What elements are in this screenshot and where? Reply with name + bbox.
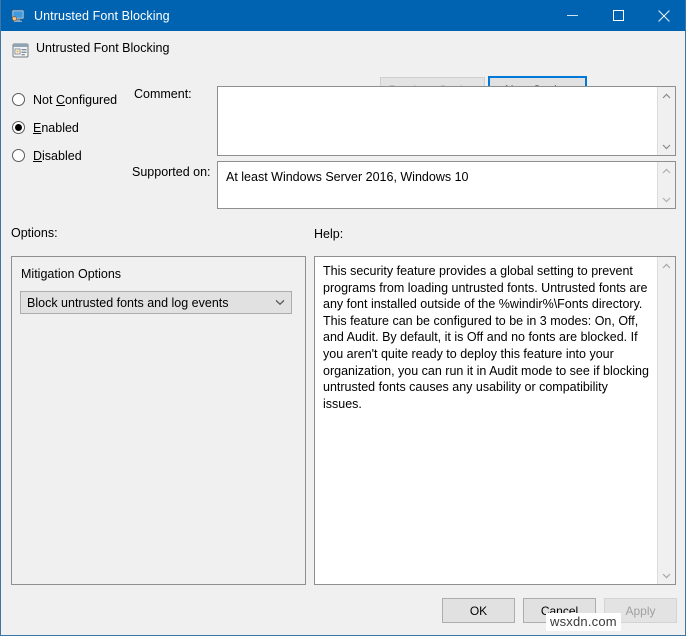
radio-disabled-label: Disabled [33,148,82,163]
window-title: Untrusted Font Blocking [34,8,170,23]
radio-indicator [12,149,25,162]
maximize-button[interactable] [595,0,641,31]
radio-enabled-label: Enabled [33,120,79,135]
help-scrollbar[interactable] [657,257,675,584]
policy-header: Untrusted Font Blocking Previous Setting… [2,31,685,103]
comment-value[interactable] [218,87,657,155]
radio-enabled[interactable]: Enabled [12,119,79,136]
scroll-down-icon[interactable] [658,138,675,155]
chevron-down-icon [269,299,291,306]
close-icon [658,9,670,22]
ok-button[interactable]: OK [442,598,515,623]
maximize-icon [612,10,624,21]
radio-not-configured-label: Not Configured [33,92,118,107]
radio-indicator [12,93,25,106]
comment-label: Comment: [134,87,192,101]
scroll-up-icon[interactable] [658,87,675,104]
mitigation-options-label: Mitigation Options [21,267,122,281]
window-app-icon [10,8,26,24]
comment-scrollbar[interactable] [657,87,675,155]
help-heading: Help: [314,227,344,241]
minimize-icon [566,15,578,16]
scroll-down-icon[interactable] [658,567,675,584]
untrusted-font-blocking-dialog: Untrusted Font Blocking Untrusted Font B… [0,0,686,636]
window-controls [549,0,685,31]
scroll-up-icon[interactable] [658,162,675,179]
minimize-button[interactable] [549,0,595,31]
help-panel: This security feature provides a global … [314,256,676,585]
options-panel: Mitigation Options Block untrusted fonts… [11,256,306,585]
comment-field[interactable] [217,86,676,156]
policy-title: Untrusted Font Blocking [36,41,170,55]
supported-on-value: At least Windows Server 2016, Windows 10 [226,170,469,184]
scroll-down-icon[interactable] [658,191,675,208]
help-text: This security feature provides a global … [323,264,649,411]
title-bar: Untrusted Font Blocking [1,0,685,31]
mitigation-options-dropdown[interactable]: Block untrusted fonts and log events [20,291,292,314]
supported-on-label: Supported on: [132,165,211,179]
supported-on-field: At least Windows Server 2016, Windows 10 [217,161,676,209]
close-button[interactable] [641,0,685,31]
mitigation-options-selected: Block untrusted fonts and log events [27,295,229,310]
site-watermark: wsxdn.com [546,613,621,631]
radio-not-configured[interactable]: Not Configured [12,91,117,108]
options-heading: Options: [11,226,58,240]
policy-setting-icon [12,42,29,59]
radio-disabled[interactable]: Disabled [12,147,82,164]
scroll-up-icon[interactable] [658,257,675,274]
radio-indicator [12,121,25,134]
supported-on-scrollbar[interactable] [657,162,675,208]
